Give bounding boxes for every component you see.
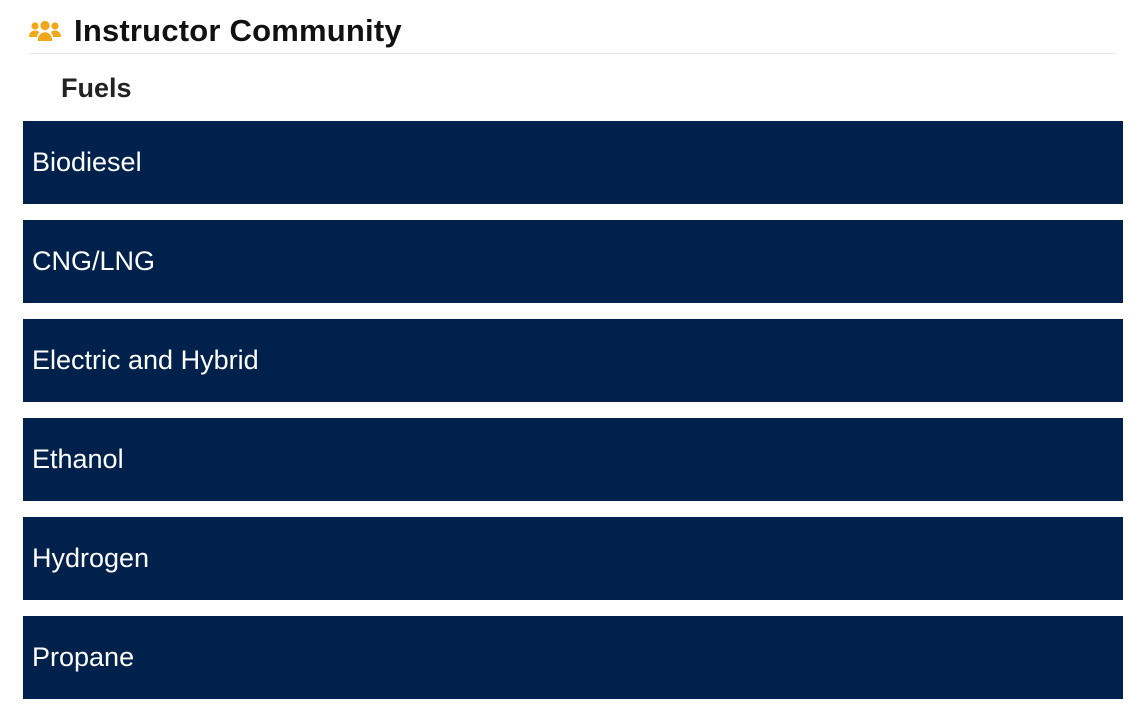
fuel-item-label: Propane xyxy=(32,642,135,672)
fuel-item-label: CNG/LNG xyxy=(32,246,156,276)
fuel-item-label: Electric and Hybrid xyxy=(32,345,259,375)
section-heading-fuels: Fuels xyxy=(61,73,132,103)
page-header: Instructor Community xyxy=(29,8,1116,54)
fuel-item-label: Hydrogen xyxy=(32,543,150,573)
fuel-item-propane[interactable]: Propane xyxy=(23,616,1123,699)
fuel-item-hydrogen[interactable]: Hydrogen xyxy=(23,517,1123,600)
users-group-icon xyxy=(29,19,61,43)
fuel-item-label: Ethanol xyxy=(32,444,124,474)
fuel-item-biodiesel[interactable]: Biodiesel xyxy=(23,121,1123,204)
fuel-item-electric-and-hybrid[interactable]: Electric and Hybrid xyxy=(23,319,1123,402)
fuel-item-ethanol[interactable]: Ethanol xyxy=(23,418,1123,501)
fuel-item-label: Biodiesel xyxy=(32,147,142,177)
fuel-list: Biodiesel CNG/LNG Electric and Hybrid Et… xyxy=(23,121,1123,699)
fuel-item-cng-lng[interactable]: CNG/LNG xyxy=(23,220,1123,303)
page-title: Instructor Community xyxy=(74,12,402,48)
page: Instructor Community Fuels Biodiesel CNG… xyxy=(0,0,1144,708)
